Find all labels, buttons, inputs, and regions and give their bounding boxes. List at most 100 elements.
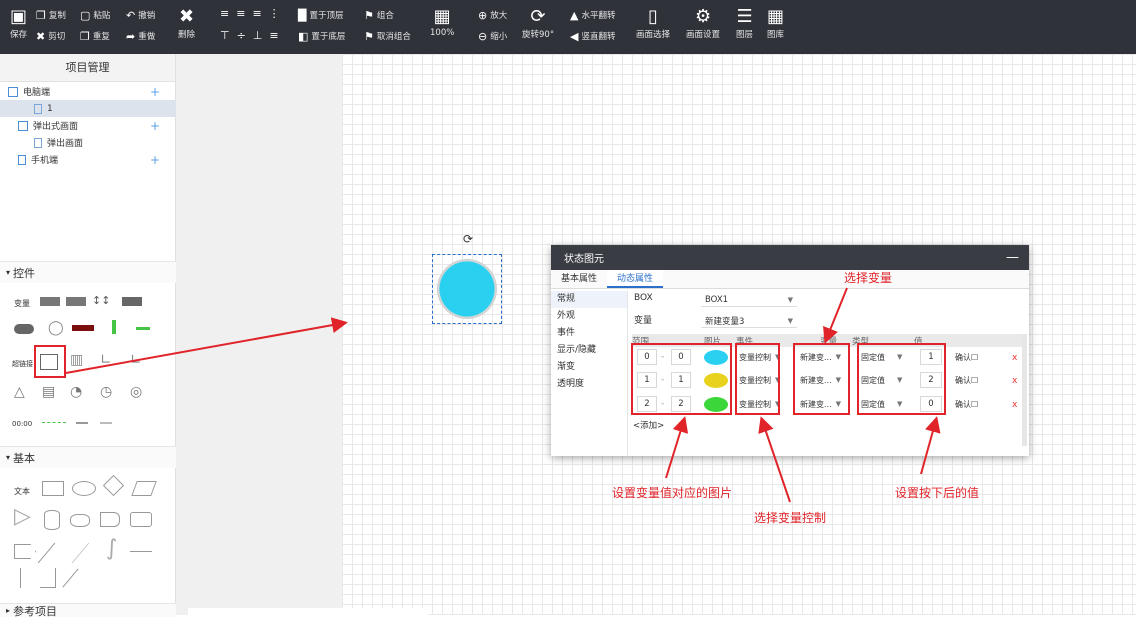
line-light-shape[interactable] — [71, 542, 90, 564]
rotate-button[interactable]: ⟳ 旋转90° — [522, 8, 554, 41]
cut-button[interactable]: ✖ 剪切 — [36, 30, 65, 43]
arrow-line-shape[interactable] — [62, 568, 79, 588]
nav-events[interactable]: 事件 — [551, 325, 627, 342]
var-input-icon[interactable] — [66, 297, 86, 306]
polyline-shape[interactable] — [40, 568, 56, 588]
cylinder-shape[interactable] — [44, 510, 60, 530]
screen-settings-button[interactable]: ⚙ 画面设置 — [686, 8, 720, 41]
undo-button[interactable]: ↶ 撤销 — [126, 9, 155, 22]
send-bottom-button[interactable]: ◧ 置于底层 — [298, 30, 345, 43]
add-row-link[interactable]: <添加> — [633, 419, 664, 431]
curve-shape[interactable]: ∫ — [106, 538, 117, 560]
bar-small-icon[interactable] — [76, 422, 88, 424]
repeat-button[interactable]: ❐ 重复 — [80, 30, 110, 43]
nav-appearance[interactable]: 外观 — [551, 308, 627, 325]
status-button-element[interactable] — [437, 259, 497, 319]
zoom-in-button[interactable]: ⊕ 放大 — [478, 9, 507, 22]
dialog-title-bar[interactable]: 状态图元 — — [551, 245, 1029, 270]
cloud-shape[interactable] — [70, 514, 90, 527]
minimize-icon[interactable]: — — [1006, 250, 1019, 265]
distribute-h-icon[interactable]: ⋮ — [269, 8, 280, 19]
trend-icon[interactable]: ∟ — [100, 352, 112, 368]
progress-icon[interactable] — [136, 327, 150, 330]
horizontal-scrollbar[interactable] — [188, 608, 428, 615]
hline-shape[interactable] — [130, 551, 152, 552]
vline-shape[interactable] — [20, 568, 21, 588]
table-scrollbar[interactable] — [1022, 334, 1027, 446]
nav-gradient[interactable]: 渐变 — [551, 359, 627, 376]
slider-icon[interactable]: ↕↕ — [92, 294, 110, 307]
align-center-icon[interactable]: ≡ — [236, 8, 245, 19]
copy-button[interactable]: ❐ 复制 — [36, 9, 66, 22]
confirm-checkbox[interactable]: 确认☐ — [955, 375, 978, 386]
nav-general[interactable]: 常规 — [551, 291, 627, 308]
delay-shape[interactable] — [100, 512, 120, 527]
alarm-icon[interactable]: △ — [14, 384, 25, 400]
zoom-fit-button[interactable]: ▦ 100% — [430, 8, 454, 39]
flip-horizontal-button[interactable]: ▲ 水平翻转 — [570, 9, 615, 22]
align-right-icon[interactable]: ≡ — [252, 8, 261, 19]
delete-row-icon[interactable]: x — [1012, 353, 1017, 363]
chart-icon[interactable]: ▥ — [70, 352, 83, 368]
screen-select-button[interactable]: ▯ 画面选择 — [636, 8, 670, 41]
nav-visibility[interactable]: 显示/隐藏 — [551, 342, 627, 359]
save-button[interactable]: ▣ 保存 — [10, 8, 27, 41]
align-middle-icon[interactable]: ÷ — [237, 30, 246, 41]
camera-icon[interactable]: ◎ — [130, 384, 142, 400]
text-display-icon[interactable] — [122, 297, 142, 306]
group-button[interactable]: ⚑ 组合 — [364, 9, 394, 22]
level-icon[interactable] — [112, 320, 116, 334]
tree-item-popup[interactable]: 弹出式画面 + — [0, 117, 176, 134]
gallery-button[interactable]: ▦ 图库 — [767, 8, 784, 41]
controls-section-header[interactable]: ▾ 控件 — [0, 261, 176, 283]
scroll-text-icon[interactable] — [100, 422, 112, 424]
add-icon[interactable]: + — [150, 85, 160, 99]
tree-item-popup-screen[interactable]: 弹出画面 — [0, 134, 176, 151]
parallelogram-shape[interactable] — [131, 481, 157, 496]
align-left-icon[interactable]: ≡ — [220, 8, 229, 19]
distribute-v-icon[interactable]: ≡ — [269, 30, 278, 41]
clock-icon[interactable]: ◷ — [100, 384, 112, 400]
zoom-out-button[interactable]: ⊖ 缩小 — [478, 30, 507, 43]
delete-button[interactable]: ✖ 删除 — [178, 8, 195, 41]
delete-row-icon[interactable]: x — [1012, 400, 1017, 410]
table-icon[interactable]: ▤ — [42, 384, 55, 400]
add-icon[interactable]: + — [150, 153, 160, 167]
variable-select[interactable]: 新建变量3 ▼ — [701, 314, 797, 328]
ellipse-shape[interactable] — [72, 481, 96, 496]
gauge-icon[interactable]: ◔ — [70, 384, 82, 400]
confirm-checkbox[interactable]: 确认☐ — [955, 352, 978, 363]
tab-basic-properties[interactable]: 基本属性 — [551, 270, 607, 288]
align-top-icon[interactable]: ⊤ — [220, 30, 230, 41]
line-shape[interactable] — [37, 542, 56, 564]
rotate-handle-icon[interactable]: ⟳ — [463, 232, 473, 246]
basic-section-header[interactable]: ▾ 基本 — [0, 446, 176, 468]
tree-item-desktop[interactable]: 电脑端 + — [0, 83, 176, 100]
box-select[interactable]: BOX1 ▼ — [701, 293, 797, 307]
nav-opacity[interactable]: 透明度 — [551, 376, 627, 393]
add-icon[interactable]: + — [150, 119, 160, 133]
toggle-icon[interactable] — [14, 324, 34, 334]
bring-top-button[interactable]: █ 置于顶层 — [298, 9, 343, 22]
bar-icon[interactable] — [72, 325, 94, 331]
line-chart-icon[interactable] — [42, 422, 66, 423]
tree-item-mobile[interactable]: 手机端 + — [0, 151, 176, 168]
layers-button[interactable]: ☰ 图层 — [736, 8, 753, 41]
tab-dynamic-properties[interactable]: 动态属性 — [607, 270, 664, 288]
rectangle-shape[interactable] — [42, 481, 64, 496]
flip-vertical-button[interactable]: ◀ 竖直翻转 — [570, 30, 615, 43]
pentagon-shape[interactable] — [14, 544, 36, 559]
delete-row-icon[interactable]: x — [1012, 376, 1017, 386]
tree-item-screen-1[interactable]: 1 — [0, 100, 176, 117]
history-icon[interactable]: ∟ — [130, 352, 142, 368]
ungroup-button[interactable]: ⚑ 取消组合 — [364, 30, 411, 43]
align-bottom-icon[interactable]: ⊥ — [253, 30, 263, 41]
paste-button[interactable]: ▢ 粘贴 — [80, 9, 110, 22]
bulb-icon[interactable]: ◯ — [48, 320, 64, 336]
var-display-icon[interactable] — [40, 297, 60, 306]
rounded-rect-shape[interactable] — [130, 512, 152, 527]
redo-button[interactable]: ➦ 重做 — [126, 30, 155, 43]
confirm-checkbox[interactable]: 确认☐ — [955, 399, 978, 410]
diamond-shape[interactable] — [102, 474, 125, 497]
triangle-shape[interactable]: ▷ — [14, 506, 31, 528]
